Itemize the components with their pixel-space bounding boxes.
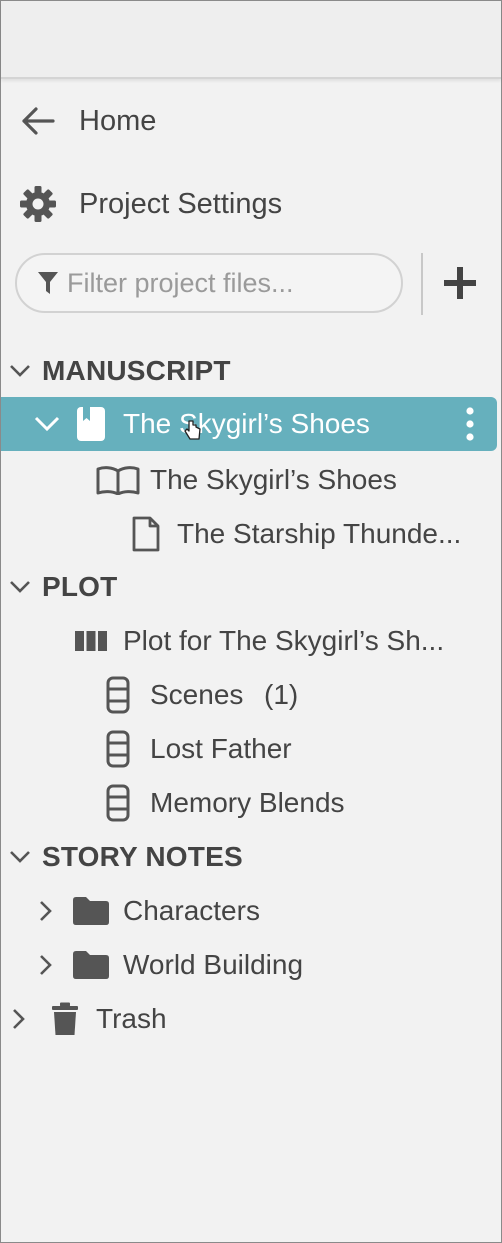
open-book-icon: [96, 465, 140, 495]
section-story-notes-label: STORY NOTES: [42, 841, 243, 872]
chevron-down-icon: [9, 580, 31, 594]
chevron-right-icon: [39, 954, 53, 976]
folder-icon: [72, 896, 110, 926]
tree-item-book-label: The Skygirl’s Shoes: [123, 408, 370, 439]
filter-field[interactable]: [15, 253, 403, 313]
tree-item-plot-line-label: Lost Father: [150, 733, 292, 764]
plot-line-icon: [105, 676, 131, 714]
tree-item-chapter[interactable]: The Starship Thunde...: [1, 508, 501, 560]
tree-item-plot-line-label: Scenes: [150, 679, 244, 710]
tree-item-folder-characters[interactable]: Characters: [1, 885, 501, 937]
tree-item-trash-label: Trash: [96, 1003, 167, 1034]
book-icon: [76, 406, 106, 442]
tree-item-plot-line[interactable]: Scenes (1): [1, 669, 501, 721]
document-icon: [132, 516, 160, 552]
tree-item-folder-characters-label: Characters: [123, 895, 260, 926]
tree-item-part[interactable]: The Skygirl’s Shoes: [1, 454, 501, 506]
chevron-down-icon: [9, 850, 31, 864]
section-plot[interactable]: PLOT: [1, 561, 501, 613]
section-manuscript-label: MANUSCRIPT: [42, 355, 231, 386]
filter-divider: [421, 253, 423, 315]
arrow-left-icon: [21, 106, 55, 136]
folder-icon: [72, 950, 110, 980]
section-manuscript[interactable]: MANUSCRIPT: [1, 345, 501, 397]
filter-input[interactable]: [67, 267, 387, 299]
tree-item-part-label: The Skygirl’s Shoes: [150, 464, 397, 495]
plot-line-icon: [105, 784, 131, 822]
section-story-notes[interactable]: STORY NOTES: [1, 831, 501, 883]
nav-home-label: Home: [79, 104, 157, 137]
tree-item-plot-board[interactable]: Plot for The Skygirl’s Sh...: [1, 615, 501, 667]
chevron-right-icon: [39, 900, 53, 922]
tree-item-plot-line-count: (1): [264, 679, 299, 710]
title-bar: [1, 1, 501, 79]
tree-item-folder-world-building[interactable]: World Building: [1, 939, 501, 991]
nav-home[interactable]: Home: [1, 95, 501, 147]
columns-icon: [74, 629, 108, 653]
nav-project-settings-label: Project Settings: [79, 187, 283, 220]
hand-pointer-cursor-icon: [184, 419, 202, 441]
chevron-down-icon: [9, 364, 31, 378]
tree-item-folder-world-building-label: World Building: [123, 949, 304, 980]
chevron-down-icon: [34, 416, 60, 432]
filter-icon: [37, 270, 59, 296]
tree-item-book[interactable]: The Skygirl’s Shoes: [1, 397, 497, 451]
more-vertical-icon[interactable]: [466, 407, 474, 441]
gear-icon: [18, 184, 58, 224]
tree-item-plot-line[interactable]: Memory Blends: [1, 777, 501, 829]
tree-item-trash[interactable]: Trash: [1, 993, 501, 1045]
trash-icon: [51, 1002, 79, 1036]
add-button[interactable]: [444, 267, 476, 299]
sidebar-panel: Home Project Settings Filter project fil…: [0, 0, 502, 1243]
plot-line-icon: [105, 730, 131, 768]
tree-item-plot-board-label: Plot for The Skygirl’s Sh...: [123, 625, 445, 656]
tree-item-chapter-label: The Starship Thunde...: [177, 518, 462, 549]
chevron-right-icon: [12, 1008, 26, 1030]
section-plot-label: PLOT: [42, 571, 118, 602]
tree-item-plot-line[interactable]: Lost Father: [1, 723, 501, 775]
tree-item-plot-line-label: Memory Blends: [150, 787, 345, 818]
nav-project-settings[interactable]: Project Settings: [1, 178, 501, 230]
